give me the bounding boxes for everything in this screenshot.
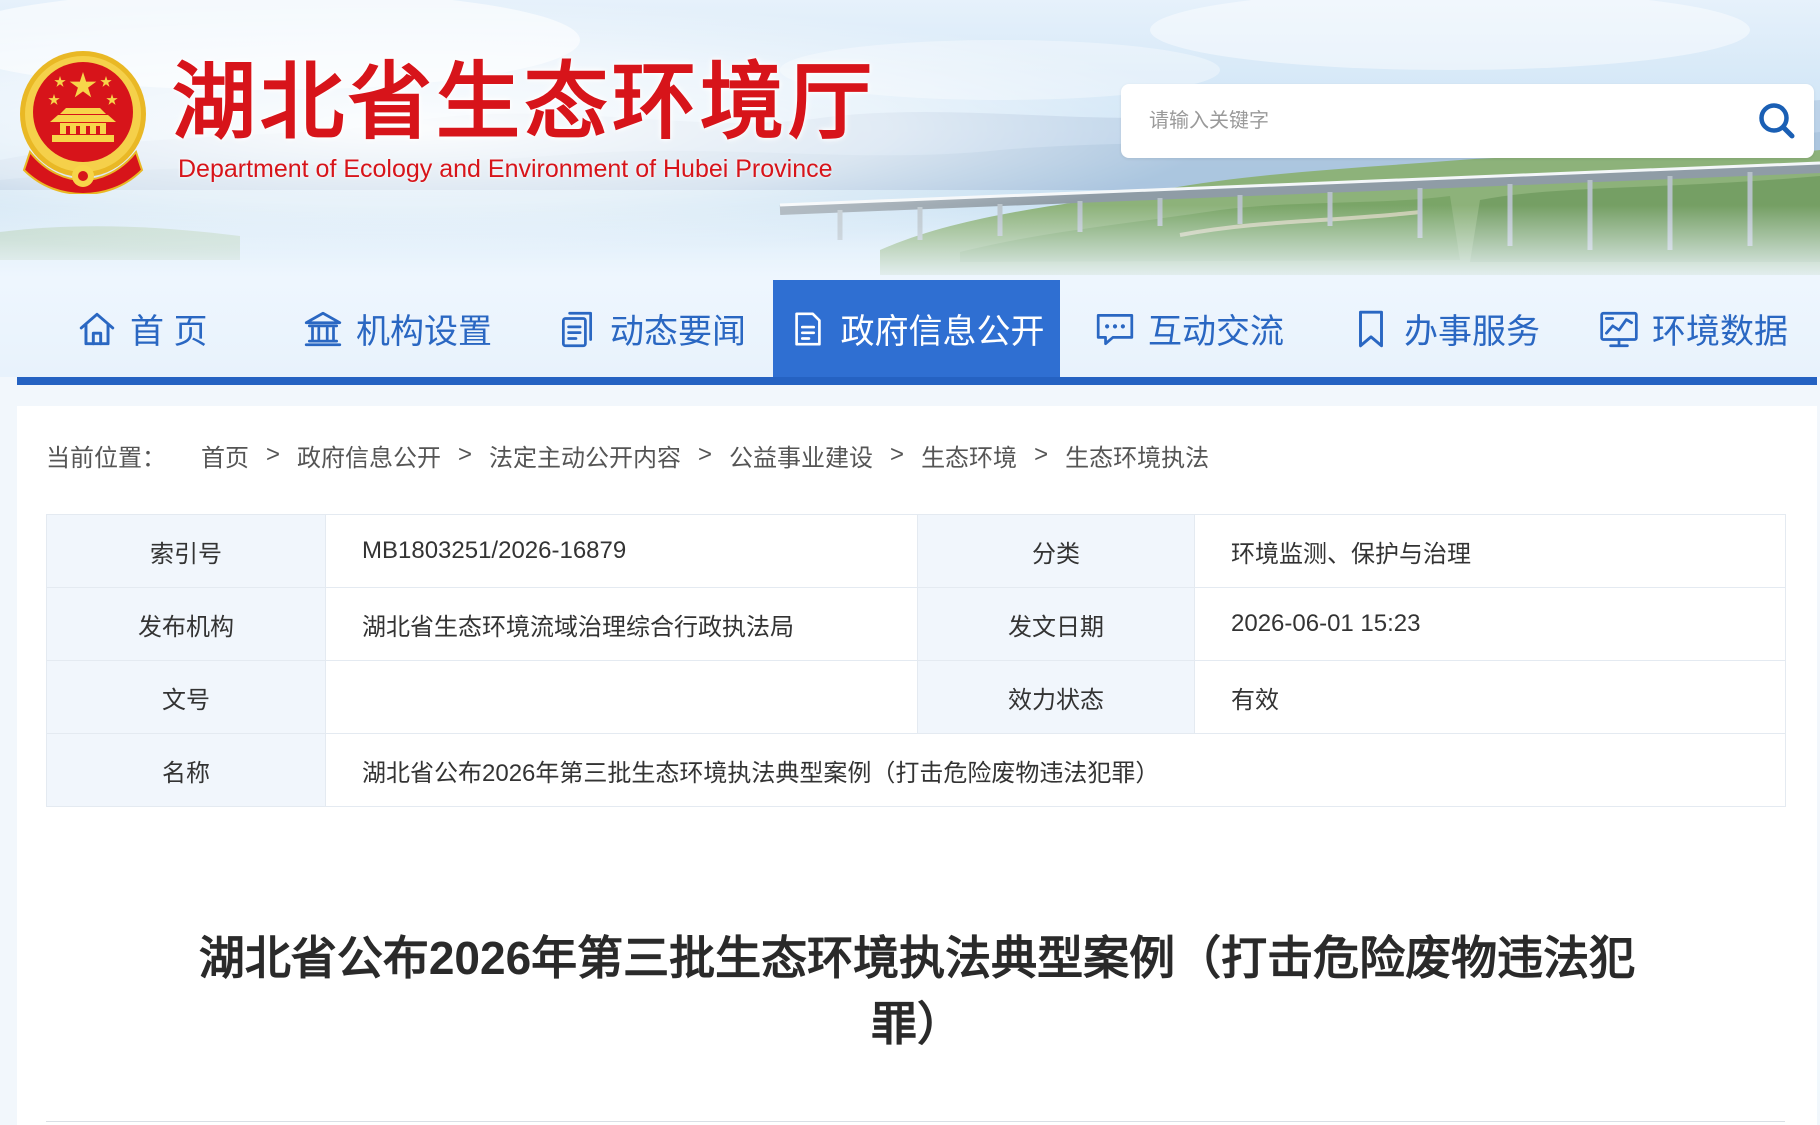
- breadcrumb-item[interactable]: 生态环境: [921, 438, 1017, 473]
- data-monitor-icon: [1600, 311, 1638, 347]
- search-box: [1121, 84, 1814, 158]
- nav-item-env-data[interactable]: 环境数据: [1598, 280, 1788, 377]
- nav-item-gov-info-public[interactable]: 政府信息公开: [773, 280, 1060, 377]
- file-text-icon: [794, 311, 821, 346]
- national-emblem-icon: [20, 51, 146, 194]
- breadcrumb-item[interactable]: 首页: [201, 438, 249, 473]
- nav-item-interaction[interactable]: 互动交流: [1094, 280, 1284, 377]
- breadcrumb-prefix: 当前位置：: [46, 444, 166, 472]
- bookmark-icon: [1359, 310, 1383, 347]
- site-title: 湖北省生态环境厅: [172, 52, 877, 151]
- article-title: 湖北省公布2026年第三批生态环境执法典型案例（打击危险废物违法犯罪）: [198, 932, 1636, 1050]
- meta-value-name: 湖北省公布2026年第三批生态环境执法典型案例（打击危险废物违法犯罪）: [325, 733, 1786, 807]
- meta-label-category: 分类: [917, 514, 1195, 588]
- breadcrumb-separator: >: [698, 441, 713, 468]
- table-row: 文号 效力状态 有效: [46, 660, 1786, 734]
- breadcrumb-item[interactable]: 法定主动公开内容: [489, 438, 681, 473]
- document-meta-table: 索引号 MB1803251/2026-16879 分类 环境监测、保护与治理 发…: [46, 514, 1786, 807]
- search-icon: [1759, 103, 1795, 139]
- meta-label-publish-date: 发文日期: [917, 587, 1195, 661]
- breadcrumb-separator: >: [458, 441, 473, 468]
- site-header: 湖北省生态环境厅 Department of Ecology and Envir…: [0, 0, 1820, 285]
- nav-label-news: 动态要闻: [610, 313, 746, 351]
- nav-item-home[interactable]: 首 页: [76, 280, 207, 377]
- meta-value-category: 环境监测、保护与治理: [1194, 514, 1786, 588]
- nav-item-services[interactable]: 办事服务: [1350, 280, 1540, 377]
- nav-item-news[interactable]: 动态要闻: [556, 280, 746, 377]
- nav-label-services: 办事服务: [1404, 313, 1540, 351]
- site-logo-link[interactable]: 湖北省生态环境厅 Department of Ecology and Envir…: [0, 0, 900, 220]
- breadcrumb-separator: >: [890, 441, 905, 468]
- nav-label-env-data: 环境数据: [1652, 313, 1788, 351]
- search-input[interactable]: [1147, 84, 1727, 158]
- nav-item-organization[interactable]: 机构设置: [302, 280, 492, 377]
- news-document-icon: [561, 311, 593, 347]
- home-icon: [79, 312, 115, 345]
- meta-label-doc-number: 文号: [46, 660, 326, 734]
- building-icon: [304, 311, 342, 346]
- nav-label-organization: 机构设置: [356, 313, 492, 351]
- table-row: 发布机构 湖北省生态环境流域治理综合行政执法局 发文日期 2026-06-01 …: [46, 587, 1786, 661]
- meta-label-publisher: 发布机构: [46, 587, 326, 661]
- breadcrumb-item[interactable]: 生态环境执法: [1065, 438, 1209, 473]
- meta-label-validity: 效力状态: [917, 660, 1195, 734]
- breadcrumb: 当前位置： 首页 > 政府信息公开 > 法定主动公开内容 > 公益事业建设 > …: [46, 433, 1209, 477]
- meta-label-name: 名称: [46, 733, 326, 807]
- main-nav: 首 页 机构设置 动态要闻 政府信息公开 互动交流 办事服务 环境数据: [0, 280, 1820, 377]
- meta-value-publish-date: 2026-06-01 15:23: [1194, 587, 1786, 661]
- search-button[interactable]: [1754, 98, 1800, 144]
- meta-value-index: MB1803251/2026-16879: [325, 514, 918, 588]
- nav-label-gov-info-public: 政府信息公开: [840, 313, 1045, 351]
- breadcrumb-separator: >: [266, 441, 281, 468]
- table-row: 索引号 MB1803251/2026-16879 分类 环境监测、保护与治理: [46, 514, 1786, 588]
- chat-bubble-icon: [1096, 313, 1134, 345]
- table-row: 名称 湖北省公布2026年第三批生态环境执法典型案例（打击危险废物违法犯罪）: [46, 733, 1786, 807]
- meta-label-index: 索引号: [46, 514, 326, 588]
- breadcrumb-item[interactable]: 公益事业建设: [729, 438, 873, 473]
- title-divider: [46, 1121, 1785, 1122]
- meta-value-doc-number: [325, 660, 918, 734]
- nav-label-home: 首 页: [130, 313, 208, 351]
- site-subtitle: Department of Ecology and Environment of…: [178, 155, 833, 183]
- breadcrumb-separator: >: [1034, 441, 1049, 468]
- meta-value-validity: 有效: [1194, 660, 1786, 734]
- meta-value-publisher: 湖北省生态环境流域治理综合行政执法局: [325, 587, 918, 661]
- nav-underline: [17, 377, 1817, 385]
- breadcrumb-item[interactable]: 政府信息公开: [297, 438, 441, 473]
- nav-label-interaction: 互动交流: [1148, 313, 1284, 351]
